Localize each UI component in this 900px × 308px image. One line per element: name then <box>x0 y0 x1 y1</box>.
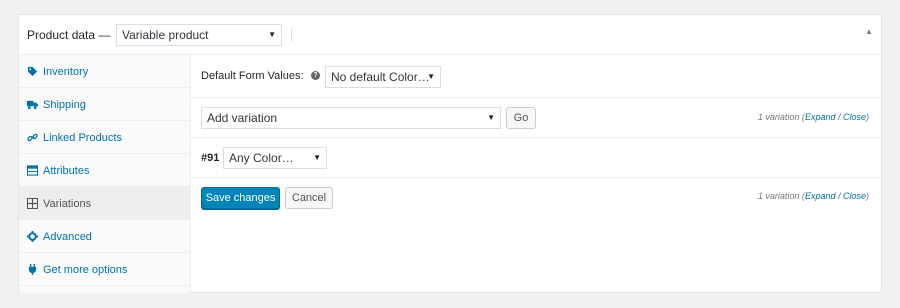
product-data-panel: Product data — Variable product ▼ ▲ Inve… <box>18 14 882 293</box>
variation-count: 1 variation (Expand / Close) <box>757 112 869 122</box>
tab-shipping[interactable]: Shipping <box>19 88 190 121</box>
go-button[interactable]: Go <box>506 107 536 129</box>
variations-panel: Default Form Values: ? No default Color…… <box>191 55 881 293</box>
tab-inventory[interactable]: Inventory <box>19 55 190 88</box>
tab-variations-label: Variations <box>43 198 92 210</box>
tab-get-more-options[interactable]: Get more options <box>19 253 190 286</box>
default-color-select[interactable]: No default Color… ▼ <box>325 66 441 88</box>
link-icon <box>27 133 38 142</box>
variation-color-select[interactable]: Any Color… ▼ <box>223 147 327 169</box>
expand-link[interactable]: Expand <box>805 112 836 122</box>
gear-icon <box>27 231 38 242</box>
header-divider <box>291 28 292 42</box>
variation-number: #91 <box>201 152 220 164</box>
grid-icon <box>27 198 38 209</box>
chevron-down-icon: ▼ <box>268 30 276 39</box>
chevron-down-icon: ▼ <box>427 72 435 81</box>
default-form-label: Default Form Values: <box>201 70 304 82</box>
tab-advanced[interactable]: Advanced <box>19 220 190 253</box>
save-changes-button[interactable]: Save changes <box>201 187 280 209</box>
variation-row: #91 Any Color… ▼ <box>191 138 881 178</box>
product-type-value: Variable product <box>122 28 209 42</box>
default-color-value: No default Color… <box>331 70 430 84</box>
plugin-icon <box>28 264 37 275</box>
tab-attributes[interactable]: Attributes <box>19 154 190 187</box>
table-icon <box>27 165 38 176</box>
tab-inventory-label: Inventory <box>43 66 89 78</box>
variation-count-footer: 1 variation (Expand / Close) <box>757 191 869 201</box>
default-form-row: Default Form Values: ? No default Color…… <box>191 55 881 98</box>
chevron-down-icon: ▼ <box>487 113 495 122</box>
variation-color-value: Any Color… <box>229 151 294 165</box>
product-type-select[interactable]: Variable product ▼ <box>116 24 282 46</box>
tab-linked-products-label: Linked Products <box>43 132 122 144</box>
cancel-button[interactable]: Cancel <box>285 187 333 209</box>
tab-shipping-label: Shipping <box>43 99 86 111</box>
chevron-down-icon: ▼ <box>313 153 321 162</box>
tag-icon <box>27 66 38 77</box>
product-data-tabs: Inventory Shipping Linked Products Attri… <box>19 55 191 293</box>
add-variation-value: Add variation <box>207 111 278 125</box>
expand-link[interactable]: Expand <box>805 191 836 201</box>
truck-icon <box>27 100 38 110</box>
tab-advanced-label: Advanced <box>43 231 92 243</box>
add-variation-row: Add variation ▼ Go 1 variation (Expand /… <box>191 98 881 138</box>
tab-linked-products[interactable]: Linked Products <box>19 121 190 154</box>
product-data-title: Product data — <box>27 28 111 42</box>
close-link[interactable]: Close <box>843 112 866 122</box>
close-link[interactable]: Close <box>843 191 866 201</box>
tab-attributes-label: Attributes <box>43 165 90 177</box>
add-variation-select[interactable]: Add variation ▼ <box>201 107 501 129</box>
collapse-arrow-icon[interactable]: ▲ <box>865 27 873 36</box>
tab-get-more-options-label: Get more options <box>43 264 128 276</box>
help-icon[interactable]: ? <box>311 71 320 80</box>
panel-header: Product data — Variable product ▼ ▲ <box>19 15 881 55</box>
tab-variations[interactable]: Variations <box>19 187 190 220</box>
